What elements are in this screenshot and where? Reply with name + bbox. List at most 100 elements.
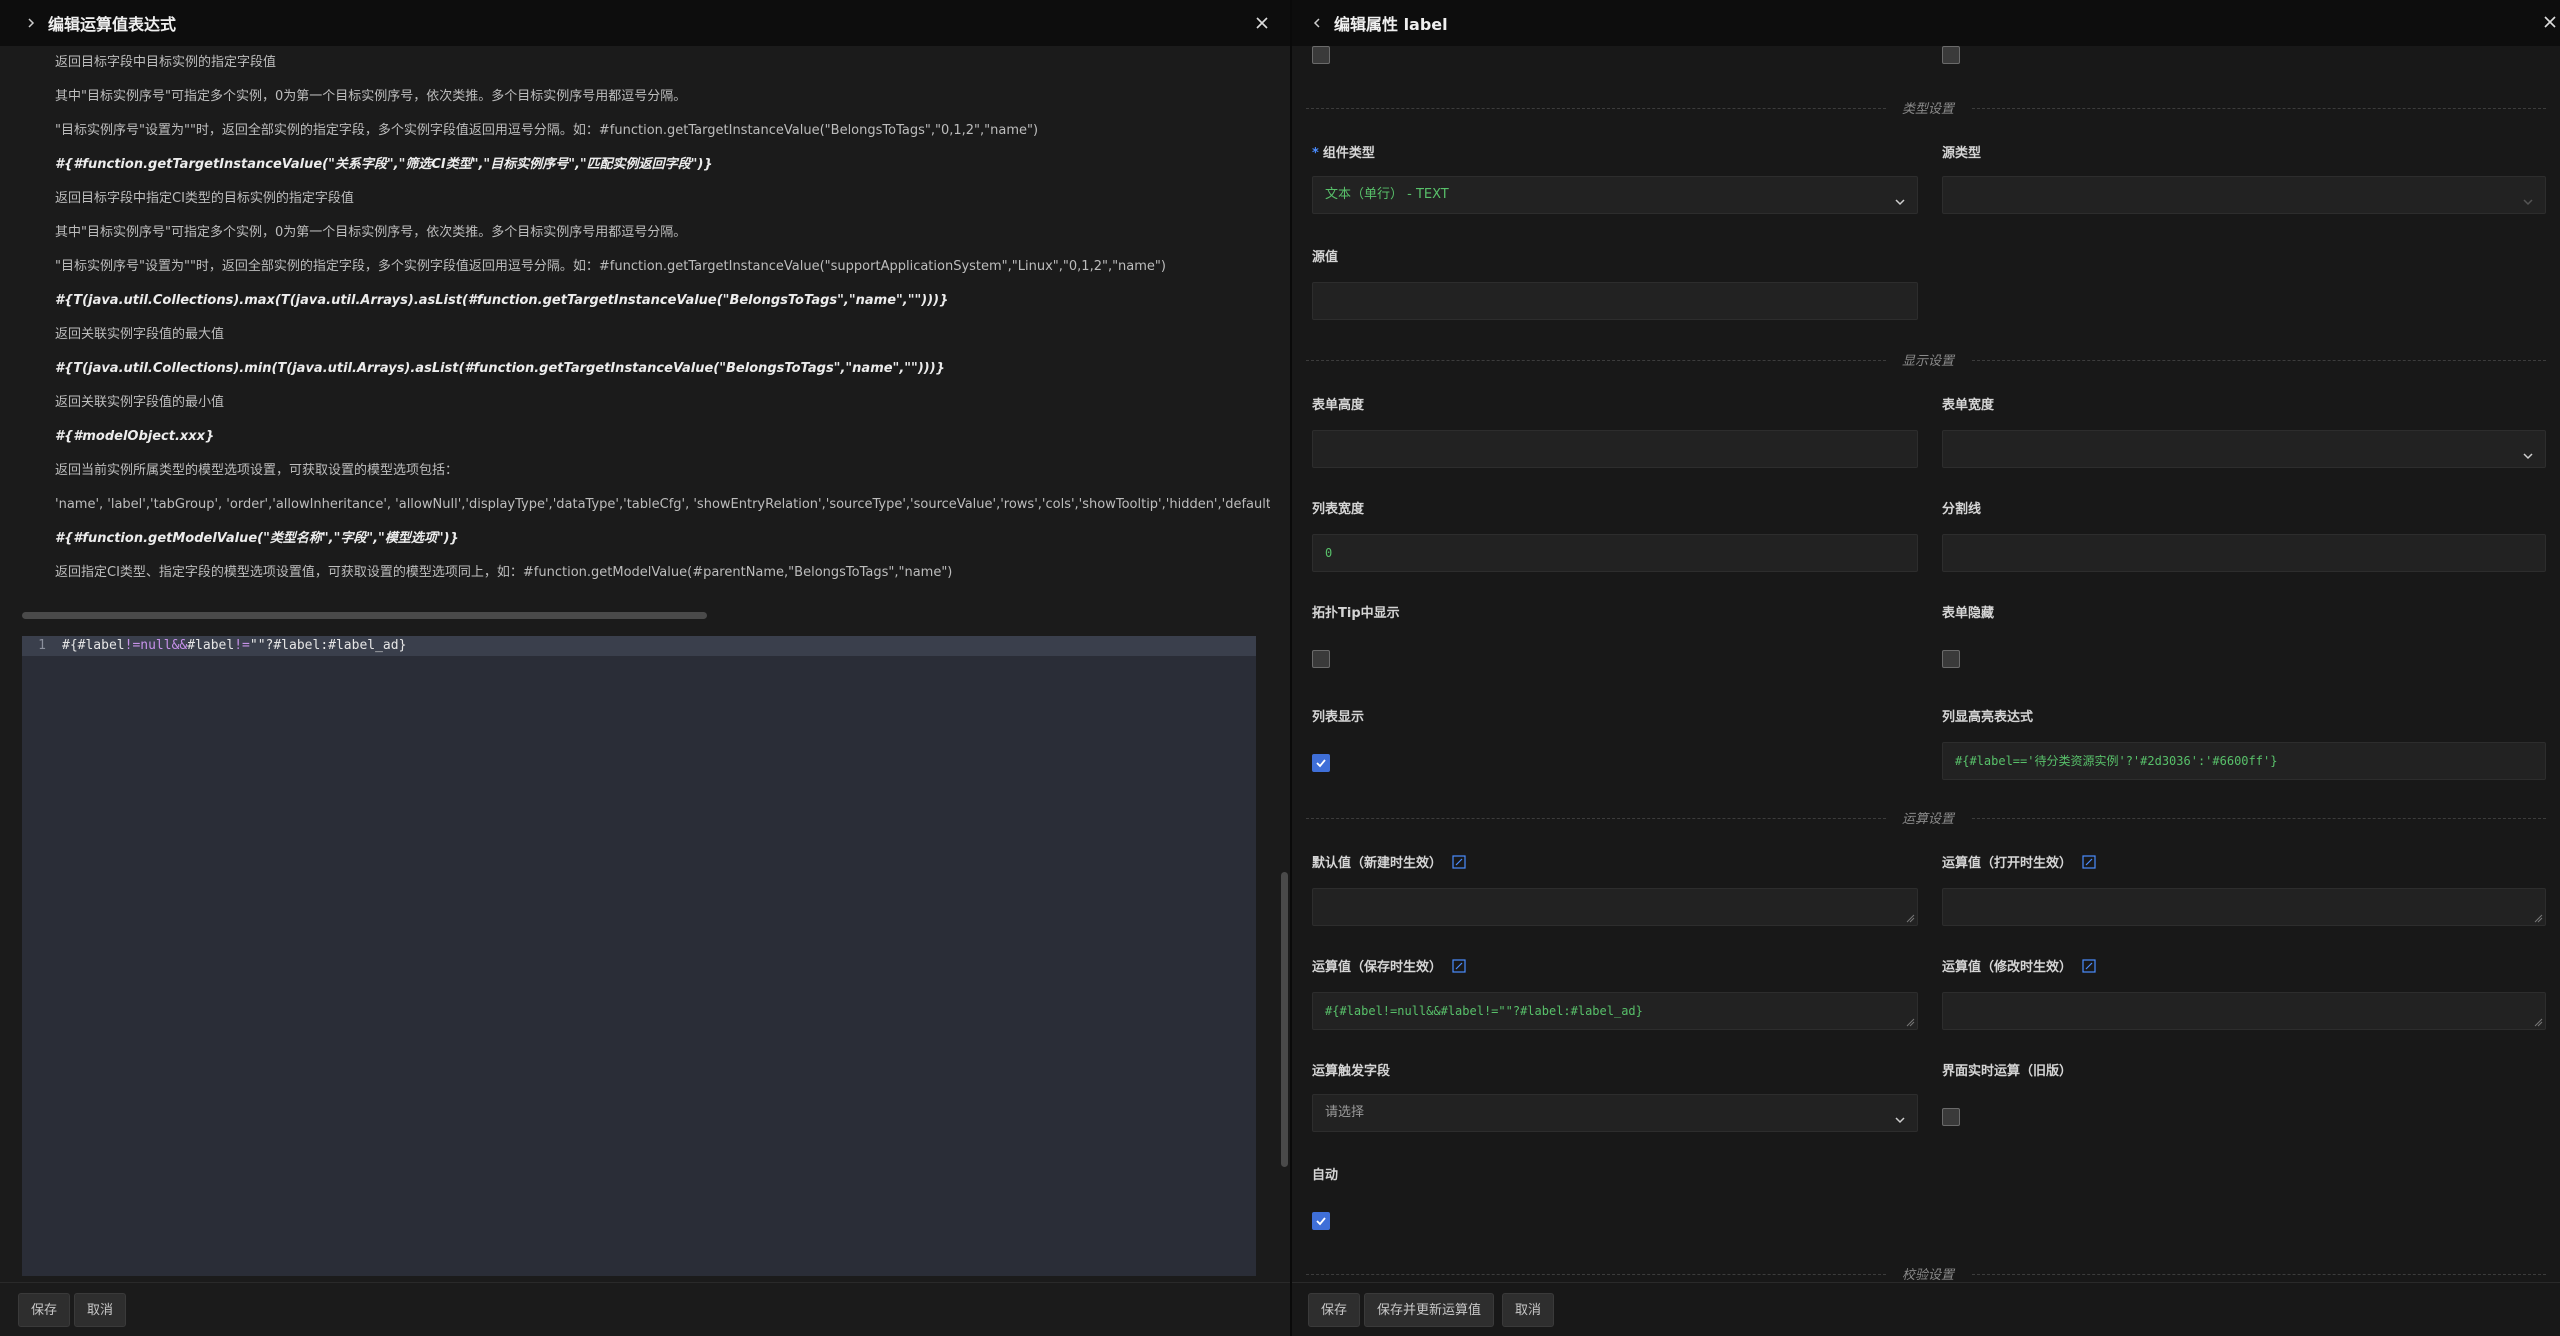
app-root: 编辑运算值表达式 返回目标字段中目标实例的指定字段值其中"目标实例序号"可指定多…: [0, 0, 2560, 1336]
editor-line[interactable]: 1 #{#label!=null&&#label!=""?#label:#labe…: [22, 636, 1256, 656]
divider-label: 分割线: [1942, 502, 1982, 517]
component-type-select[interactable]: 文本（单行） - TEXT: [1312, 176, 1918, 214]
topo-tip-checkbox[interactable]: [1312, 650, 1330, 668]
form-width-label: 表单宽度: [1942, 398, 1995, 413]
component-type-label: * 组件类型: [1312, 146, 1375, 161]
panel-title: 编辑属性 label: [1334, 15, 1448, 34]
component-type-value: 文本（单行） - TEXT: [1325, 187, 1449, 202]
help-expression-line: #{#modelObject.xxx}: [55, 429, 215, 444]
section-title: 类型设置: [1902, 102, 1955, 117]
compute-modify-textarea[interactable]: [1942, 992, 2546, 1030]
resize-handle-icon: [1906, 1018, 1915, 1027]
col-highlight-label: 列显高亮表达式: [1942, 710, 2034, 725]
close-icon[interactable]: [2540, 12, 2560, 32]
trigger-field-placeholder: 请选择: [1325, 1105, 1365, 1120]
realtime-compute-checkbox[interactable]: [1942, 1108, 1960, 1126]
help-description-line: 返回目标字段中目标实例的指定字段值: [55, 55, 277, 70]
code-token: ?#label:#label_ad}: [265, 638, 407, 653]
divider-input[interactable]: [1942, 534, 2546, 572]
topo-tip-label: 拓扑Tip中显示: [1312, 606, 1400, 621]
help-expression-line: #{#function.getTargetInstanceValue("关系字段…: [55, 157, 713, 172]
compute-open-label: 运算值（打开时生效）: [1942, 852, 2096, 871]
resize-handle-icon: [2534, 914, 2543, 923]
default-new-textarea[interactable]: [1312, 888, 1918, 926]
chevron-down-icon: [1893, 188, 1907, 206]
code-token: &&: [171, 638, 188, 653]
chevron-down-icon: [1893, 1106, 1907, 1124]
help-expression-line: #{#function.getModelValue("类型名称","字段","模…: [55, 531, 459, 546]
compute-save-textarea[interactable]: #{#label!=null&&#label!=""?#label:#label…: [1312, 992, 1918, 1030]
realtime-compute-label: 界面实时运算（旧版）: [1942, 1064, 2073, 1079]
source-value-label: 源值: [1312, 250, 1339, 265]
trigger-field-select[interactable]: 请选择: [1312, 1094, 1918, 1132]
save-and-update-button[interactable]: 保存并更新运算值: [1364, 1293, 1495, 1327]
chevron-down-icon: [2521, 442, 2535, 460]
source-type-label: 源类型: [1942, 146, 1982, 161]
help-description-line: "目标实例序号"设置为""时，返回全部实例的指定字段，多个实例字段值返回用逗号分…: [55, 259, 1166, 274]
checkbox[interactable]: [1312, 46, 1330, 64]
expression-editor-panel: 编辑运算值表达式 返回目标字段中目标实例的指定字段值其中"目标实例序号"可指定多…: [0, 0, 1290, 1336]
help-description-line: 其中"目标实例序号"可指定多个实例，0为第一个目标实例序号，依次类推。多个目标实…: [55, 225, 687, 240]
edit-expression-icon[interactable]: [1452, 855, 1466, 869]
code-token: "": [249, 638, 266, 653]
check-icon: [1316, 759, 1326, 768]
auto-checkbox[interactable]: [1312, 1212, 1330, 1230]
trigger-field-label: 运算触发字段: [1312, 1064, 1391, 1079]
help-description-line: 其中"目标实例序号"可指定多个实例，0为第一个目标实例序号，依次类推。多个目标实…: [55, 89, 687, 104]
source-type-select[interactable]: [1942, 176, 2546, 214]
collapse-chevron-icon[interactable]: [22, 14, 40, 32]
checkbox[interactable]: [1942, 46, 1960, 64]
save-button[interactable]: 保存: [18, 1293, 71, 1327]
check-icon: [1316, 1217, 1326, 1226]
code-token: !=: [234, 638, 250, 653]
close-icon[interactable]: [1252, 13, 1272, 33]
default-new-label: 默认值（新建时生效）: [1312, 852, 1466, 871]
compute-save-value: #{#label!=null&&#label!=""?#label:#label…: [1325, 1004, 1643, 1018]
line-number: 1: [38, 638, 46, 653]
attribute-editor-panel: 编辑属性 label 类型设置 *组件类型 文本（单行） - TEXT 源类型: [1292, 0, 2560, 1336]
edit-expression-icon[interactable]: [1452, 959, 1466, 973]
code-token: #{#label: [62, 638, 125, 653]
attribute-form: 类型设置 * 组件类型 文本（单行） - TEXT 源类型 源值 显示设置 表单高…: [1292, 46, 2560, 1282]
save-button[interactable]: 保存: [1308, 1293, 1361, 1327]
help-description-line: 返回关联实例字段值的最小值: [55, 395, 225, 410]
section-display-settings: 显示设置: [1292, 350, 2560, 370]
code-token: #label: [187, 638, 235, 653]
compute-open-textarea[interactable]: [1942, 888, 2546, 926]
edit-expression-icon[interactable]: [2082, 959, 2096, 973]
section-compute-settings: 运算设置: [1292, 808, 2560, 828]
expression-editor-header: 编辑运算值表达式: [0, 0, 1290, 46]
cancel-button[interactable]: 取消: [1502, 1293, 1555, 1327]
edit-expression-icon[interactable]: [2082, 855, 2096, 869]
help-expression-line: #{T(java.util.Collections).max(T(java.ut…: [55, 293, 949, 308]
resize-handle-icon: [1906, 914, 1915, 923]
help-description-line: "目标实例序号"设置为""时，返回全部实例的指定字段，多个实例字段值返回用逗号分…: [55, 123, 1039, 138]
form-hidden-label: 表单隐藏: [1942, 606, 1995, 621]
vertical-scrollbar[interactable]: [1281, 872, 1288, 1167]
code-editor[interactable]: 1 #{#label!=null&&#label!=""?#label:#labe…: [22, 636, 1256, 1276]
form-hidden-checkbox[interactable]: [1942, 650, 1960, 668]
compute-modify-label: 运算值（修改时生效）: [1942, 956, 2096, 975]
help-description-line: 返回当前实例所属类型的模型选项设置，可获取设置的模型选项包括：: [55, 463, 459, 478]
expression-editor-footer: 保存 取消: [0, 1282, 1290, 1336]
form-height-label: 表单高度: [1312, 398, 1365, 413]
list-show-checkbox[interactable]: [1312, 754, 1330, 772]
auto-label: 自动: [1312, 1168, 1339, 1183]
horizontal-scrollbar[interactable]: [22, 612, 707, 619]
list-show-label: 列表显示: [1312, 710, 1365, 725]
section-verify-settings: 校验设置: [1292, 1264, 2560, 1282]
form-height-input[interactable]: [1312, 430, 1918, 468]
help-text-area: 返回目标字段中目标实例的指定字段值其中"目标实例序号"可指定多个实例，0为第一个…: [0, 46, 1270, 606]
resize-handle-icon: [2534, 1018, 2543, 1027]
list-width-input[interactable]: 0: [1312, 534, 1918, 572]
source-value-input[interactable]: [1312, 282, 1918, 320]
form-width-select[interactable]: [1942, 430, 2546, 468]
section-type-settings: 类型设置: [1292, 98, 2560, 118]
attribute-editor-footer: 保存 保存并更新运算值 取消: [1292, 1282, 2560, 1336]
col-highlight-input[interactable]: #{#label=='待分类资源实例'?'#2d3036':'#6600ff'}: [1942, 742, 2546, 780]
help-description-line: 'name', 'label','tabGroup', 'order','all…: [55, 497, 1270, 512]
help-description-line: 返回指定CI类型、指定字段的模型选项设置值，可获取设置的模型选项同上，如：#fu…: [55, 565, 953, 580]
cancel-button[interactable]: 取消: [74, 1293, 127, 1327]
code-token: !=: [124, 638, 141, 653]
back-chevron-icon[interactable]: [1308, 14, 1326, 32]
